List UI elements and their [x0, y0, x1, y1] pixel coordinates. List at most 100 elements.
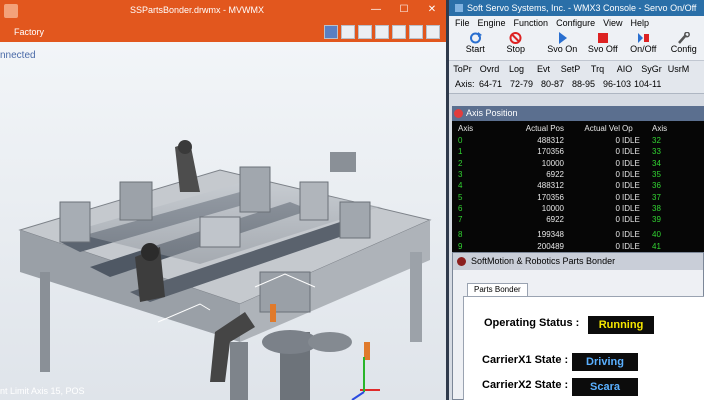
- axis-id-2: 34: [652, 158, 661, 168]
- toolbar-window-minimize-icon[interactable]: [392, 25, 406, 39]
- axis-position-grid: Axis Actual Pos Actual Vel Op Axis 0 4883…: [452, 121, 704, 252]
- menu-configure[interactable]: Configure: [556, 18, 595, 30]
- axis-range-96-103[interactable]: 96-103: [603, 79, 634, 93]
- axis-id-2: 38: [652, 203, 661, 213]
- wrench-icon: [678, 32, 691, 44]
- refresh-icon: [469, 32, 482, 44]
- axis-id-2: 36: [652, 181, 661, 191]
- operating-status-value: Running: [588, 316, 654, 334]
- table-row: 5 170356 0 IDLE 37: [452, 193, 704, 204]
- console-tabs: ToPr Ovrd Log Evt SetP Trq AIO SyGr UsrM: [449, 60, 704, 76]
- parts-bonder-titlebar: SoftMotion & Robotics Parts Bonder: [453, 253, 703, 270]
- on-off-button[interactable]: On/Off: [623, 30, 664, 60]
- carrier-x2-state-label: CarrierX2 State :: [482, 379, 569, 391]
- actual-vel: 0: [615, 169, 620, 179]
- op-state: IDLE: [622, 203, 640, 213]
- toolbar-select-icon[interactable]: [324, 25, 338, 39]
- config-button[interactable]: Config: [664, 30, 704, 60]
- actual-vel: 0: [615, 215, 620, 225]
- servo-on-button[interactable]: Svo On: [542, 30, 583, 60]
- axis-position-title: Axis Position: [466, 108, 518, 118]
- minimize-icon[interactable]: —: [366, 3, 386, 17]
- console-app-icon: [455, 4, 463, 12]
- console-menubar: File Engine Function Configure View Help: [449, 16, 704, 30]
- actual-pos: 6922: [546, 169, 564, 179]
- menu-engine[interactable]: Engine: [478, 18, 506, 30]
- operating-status-label: Operating Status :: [484, 317, 580, 329]
- op-state: IDLE: [622, 241, 640, 251]
- actual-vel: 0: [615, 158, 620, 168]
- actual-pos: 6922: [546, 215, 564, 225]
- console-titlebar: Soft Servo Systems, Inc. - WMX3 Console …: [449, 0, 704, 16]
- window-title: SSPartsBonder.drwmx - MVWMX: [130, 5, 265, 15]
- servo-off-button[interactable]: Svo Off: [583, 30, 624, 60]
- table-row: 6 10000 0 IDLE 38: [452, 204, 704, 215]
- table-row: 0 488312 0 IDLE 32: [452, 136, 704, 147]
- actual-vel: 0: [615, 147, 620, 157]
- axis-range-88-95[interactable]: 88-95: [572, 79, 603, 93]
- toolbar-view-icon[interactable]: [375, 25, 389, 39]
- toolbar-rotate-icon[interactable]: [358, 25, 372, 39]
- start-button[interactable]: Start: [455, 30, 496, 60]
- menu-function[interactable]: Function: [514, 18, 549, 30]
- axis-range-72-79[interactable]: 72-79: [510, 79, 541, 93]
- axis-range-104-11[interactable]: 104-11: [634, 79, 665, 93]
- tab-sygr[interactable]: SyGr: [638, 64, 665, 76]
- menu-help[interactable]: Help: [630, 18, 649, 30]
- table-row: 7 6922 0 IDLE 39: [452, 215, 704, 226]
- table-row: 4 488312 0 IDLE 36: [452, 181, 704, 192]
- actual-pos: 199348: [537, 230, 564, 240]
- toolbar-window-restore-icon[interactable]: [409, 25, 423, 39]
- axis-id: 1: [458, 147, 463, 157]
- console-toolbar: Start Stop Svo On Svo Off On/Off Config: [449, 30, 704, 60]
- header-actual-pos: Actual Pos: [525, 124, 564, 133]
- tab-log[interactable]: Log: [503, 64, 530, 76]
- mvwmx-toolbar: Factory: [0, 22, 446, 42]
- app-logo-icon: [4, 4, 18, 18]
- tab-trq[interactable]: Trq: [584, 64, 611, 76]
- axis-range-64-71[interactable]: 64-71: [479, 79, 510, 93]
- axis-range-80-87[interactable]: 80-87: [541, 79, 572, 93]
- axis-id: 3: [458, 169, 463, 179]
- menu-file[interactable]: File: [455, 18, 470, 30]
- actual-pos: 200489: [537, 241, 564, 251]
- carrier-x2-state-value: Scara: [572, 378, 638, 396]
- menu-factory[interactable]: Factory: [14, 27, 44, 37]
- op-state: IDLE: [622, 136, 640, 145]
- toolbar-window-close-icon[interactable]: [426, 25, 440, 39]
- status-bar-text: nt Limit Axis 15, POS: [0, 386, 85, 396]
- toolbar-move-icon[interactable]: [341, 25, 355, 39]
- toggle-icon: [637, 33, 649, 43]
- tab-evt[interactable]: Evt: [530, 64, 557, 76]
- tab-ovrd[interactable]: Ovrd: [476, 64, 503, 76]
- tab-parts-bonder[interactable]: Parts Bonder: [467, 283, 528, 297]
- tab-usrm[interactable]: UsrM: [665, 64, 692, 76]
- axis-position-titlebar: Axis Position: [452, 106, 704, 121]
- table-row: 1 170356 0 IDLE 33: [452, 147, 704, 158]
- header-op: Op: [622, 124, 633, 133]
- servo-off-icon: [598, 33, 609, 43]
- axis-id: 5: [458, 192, 463, 202]
- parts-bonder-title: SoftMotion & Robotics Parts Bonder: [471, 256, 616, 266]
- softmotion-app-icon: [457, 257, 466, 266]
- factory-3d-scene[interactable]: [0, 42, 446, 400]
- close-icon[interactable]: ✕: [422, 3, 442, 17]
- actual-vel: 0: [615, 192, 620, 202]
- tab-setp[interactable]: SetP: [557, 64, 584, 76]
- stop-button[interactable]: Stop: [496, 30, 537, 60]
- actual-pos: 488312: [537, 181, 564, 191]
- axis-id-2: 41: [652, 241, 661, 251]
- axis-id-2: 33: [652, 147, 661, 157]
- menu-view[interactable]: View: [603, 18, 622, 30]
- actual-vel: 0: [615, 230, 620, 240]
- parts-bonder-panel: Operating Status : Running CarrierX1 Sta…: [463, 296, 704, 400]
- axis-id-2: 39: [652, 215, 661, 225]
- tab-aio[interactable]: AIO: [611, 64, 638, 76]
- tab-topr[interactable]: ToPr: [449, 64, 476, 76]
- op-state: IDLE: [622, 230, 640, 240]
- actual-pos: 170356: [537, 147, 564, 157]
- carrier-x1-state-value: Driving: [572, 353, 638, 371]
- table-row: 2 10000 0 IDLE 34: [452, 159, 704, 170]
- op-state: IDLE: [622, 192, 640, 202]
- maximize-icon[interactable]: ☐: [394, 3, 414, 17]
